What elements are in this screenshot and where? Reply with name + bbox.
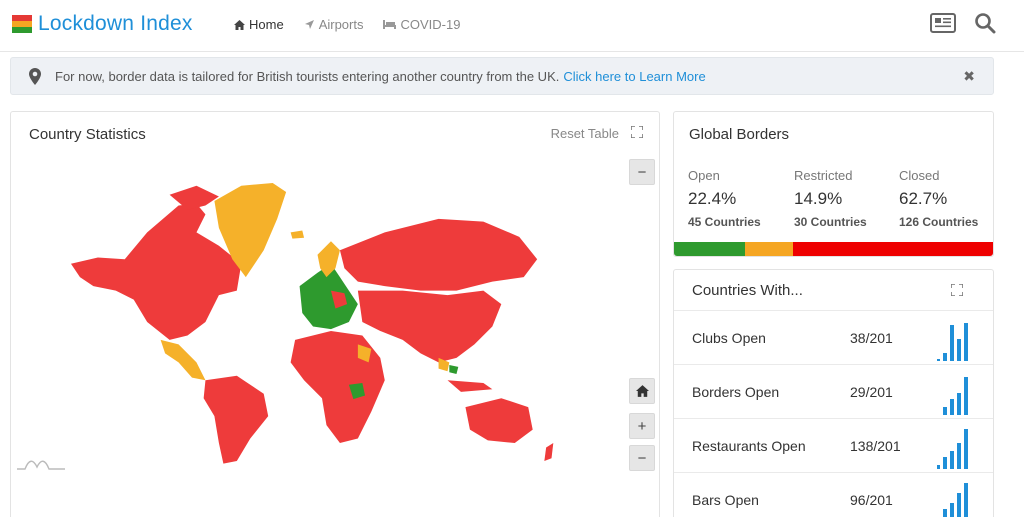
row-value: 29/201 bbox=[850, 384, 893, 400]
stat-restricted-percent: 14.9% bbox=[794, 189, 843, 208]
list-item[interactable]: Borders Open 29/201 bbox=[674, 364, 993, 418]
nav-airports[interactable]: Airports bbox=[304, 17, 364, 32]
map-new-zealand bbox=[544, 443, 554, 461]
map-russia bbox=[339, 218, 538, 291]
main-nav: Home Airports COVID-19 bbox=[234, 17, 460, 32]
stat-closed: Closed 62.7% 126 Countries bbox=[899, 168, 978, 229]
map-iceland bbox=[290, 230, 305, 239]
map-indonesia bbox=[447, 380, 493, 392]
stat-restricted: Restricted 14.9% 30 Countries bbox=[794, 168, 867, 229]
map-central-america bbox=[160, 339, 206, 381]
info-banner: For now, border data is tailored for Bri… bbox=[10, 57, 994, 95]
stat-open-percent: 22.4% bbox=[688, 189, 737, 208]
map-zoom-out-top-button[interactable]: − bbox=[629, 159, 655, 185]
nav-airports-label: Airports bbox=[318, 17, 364, 32]
global-borders-panel: Global Borders Open 22.4% 45 Countries R… bbox=[673, 111, 994, 257]
home-icon bbox=[234, 19, 245, 30]
row-value: 38/201 bbox=[850, 330, 893, 346]
countries-with-panel: Countries With... Clubs Open 38/201 Bord… bbox=[673, 269, 994, 517]
list-item[interactable]: Clubs Open 38/201 bbox=[674, 310, 993, 364]
nav-home[interactable]: Home bbox=[234, 17, 284, 32]
map-zoom-in-button[interactable]: + bbox=[629, 413, 655, 439]
sparkline-icon bbox=[937, 429, 968, 469]
row-label: Clubs Open bbox=[692, 330, 766, 346]
sparkline-icon bbox=[943, 483, 968, 517]
learn-more-link[interactable]: Click here to Learn More bbox=[563, 69, 705, 84]
stat-closed-percent: 62.7% bbox=[899, 189, 948, 208]
list-item[interactable]: Restaurants Open 138/201 bbox=[674, 418, 993, 472]
map-asia-open-1 bbox=[449, 365, 459, 374]
banner-text: For now, border data is tailored for Bri… bbox=[55, 68, 560, 84]
map-pin-icon bbox=[29, 67, 41, 85]
map-south-america bbox=[203, 375, 269, 464]
global-borders-title: Global Borders bbox=[689, 126, 790, 143]
header-actions bbox=[930, 12, 996, 34]
logo[interactable]: Lockdown Index bbox=[12, 12, 193, 36]
row-label: Bars Open bbox=[692, 492, 759, 508]
stat-open-count: 45 Countries bbox=[688, 215, 761, 229]
home-icon bbox=[635, 385, 649, 397]
map-north-america bbox=[70, 203, 242, 340]
map-panel-title: Country Statistics bbox=[29, 126, 146, 143]
row-label: Borders Open bbox=[692, 384, 780, 400]
map-watermark-icon bbox=[17, 460, 65, 470]
stat-restricted-label: Restricted bbox=[794, 168, 853, 183]
search-icon[interactable] bbox=[974, 12, 996, 34]
stat-open: Open 22.4% 45 Countries bbox=[688, 168, 761, 229]
map-home-button[interactable] bbox=[629, 378, 655, 404]
sparkline-icon bbox=[943, 377, 968, 415]
map-asia bbox=[357, 290, 502, 363]
row-value: 96/201 bbox=[850, 492, 893, 508]
stat-restricted-count: 30 Countries bbox=[794, 215, 867, 229]
map-canada-arctic bbox=[169, 185, 219, 210]
status-bar-closed bbox=[792, 242, 993, 256]
plane-icon bbox=[304, 20, 314, 29]
top-header: Lockdown Index Home Airports COVID-19 bbox=[0, 0, 1024, 52]
status-bar-open bbox=[674, 242, 746, 256]
reset-table-button[interactable]: Reset Table bbox=[551, 126, 619, 141]
stat-open-label: Open bbox=[688, 168, 720, 183]
bed-icon bbox=[383, 20, 397, 29]
map-zoom-out-button[interactable]: − bbox=[629, 445, 655, 471]
nav-home-label: Home bbox=[249, 17, 284, 32]
expand-icon[interactable] bbox=[631, 126, 643, 138]
sparkline-icon bbox=[937, 323, 968, 361]
nav-covid[interactable]: COVID-19 bbox=[383, 17, 460, 32]
map-africa bbox=[290, 330, 385, 444]
list-item[interactable]: Bars Open 96/201 bbox=[674, 472, 993, 517]
status-bar-restricted bbox=[745, 242, 793, 256]
close-icon[interactable]: ✖ bbox=[963, 68, 975, 85]
row-label: Restaurants Open bbox=[692, 438, 806, 454]
map-australia bbox=[465, 398, 533, 444]
newspaper-icon[interactable] bbox=[930, 13, 956, 33]
nav-covid-label: COVID-19 bbox=[400, 17, 461, 32]
stat-closed-count: 126 Countries bbox=[899, 215, 979, 229]
world-map[interactable] bbox=[62, 167, 582, 477]
app-title: Lockdown Index bbox=[38, 12, 193, 35]
logo-icon bbox=[12, 15, 32, 33]
expand-icon[interactable] bbox=[951, 284, 963, 296]
row-value: 138/201 bbox=[850, 438, 901, 454]
border-status-bar bbox=[674, 242, 993, 256]
stat-closed-label: Closed bbox=[899, 168, 940, 183]
countries-with-title: Countries With... bbox=[692, 282, 803, 299]
